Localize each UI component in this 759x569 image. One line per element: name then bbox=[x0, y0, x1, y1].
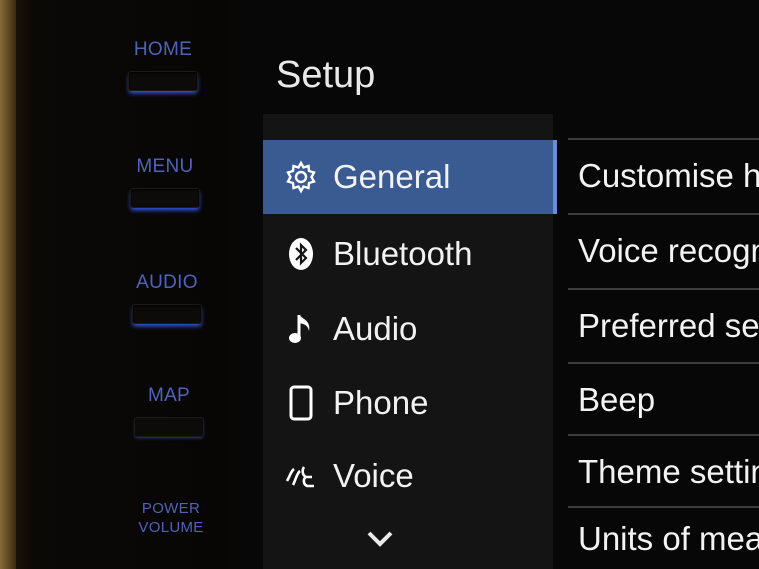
power-label: POWER bbox=[141, 500, 201, 517]
menu-label: MENU bbox=[136, 156, 194, 177]
setup-screen: Setup General Bluetooth Audio Phone Voic… bbox=[230, 0, 759, 569]
chevron-down-icon[interactable] bbox=[360, 524, 400, 554]
bezel-edge bbox=[0, 0, 16, 569]
menu-item-phone[interactable]: Phone bbox=[263, 366, 553, 440]
power-volume-hardware-button[interactable]: POWER VOLUME bbox=[116, 499, 226, 537]
volume-label: VOLUME bbox=[138, 519, 204, 536]
audio-label: AUDIO bbox=[136, 272, 198, 293]
home-key[interactable] bbox=[128, 71, 198, 91]
menu-item-audio[interactable]: Audio bbox=[263, 292, 553, 366]
bluetooth-icon bbox=[281, 234, 321, 274]
general-settings-list: Customise ho Voice recognit Preferred se… bbox=[568, 138, 759, 569]
bezel: HOME MENU AUDIO MAP POWER VOLUME bbox=[0, 0, 230, 569]
settings-row-theme-setting[interactable]: Theme setting bbox=[568, 434, 759, 507]
page-title: Setup bbox=[276, 54, 376, 96]
map-key[interactable] bbox=[134, 417, 204, 437]
home-label: HOME bbox=[133, 39, 193, 60]
map-label: MAP bbox=[147, 385, 191, 406]
audio-key[interactable] bbox=[132, 304, 202, 324]
settings-row-preferred-service[interactable]: Preferred servi bbox=[568, 288, 759, 361]
settings-row-customise-home[interactable]: Customise ho bbox=[568, 138, 759, 211]
voice-icon bbox=[281, 456, 321, 496]
settings-row-units-of-measure[interactable]: Units of measu bbox=[568, 506, 759, 569]
map-hardware-button[interactable]: MAP bbox=[114, 386, 224, 437]
menu-item-label: Audio bbox=[333, 310, 418, 347]
menu-item-voice[interactable]: Voice bbox=[263, 439, 553, 513]
music-note-icon bbox=[281, 309, 321, 349]
menu-item-label: General bbox=[333, 158, 451, 195]
menu-key[interactable] bbox=[130, 188, 200, 208]
setup-menu: General Bluetooth Audio Phone Voice bbox=[263, 114, 557, 569]
menu-item-general[interactable]: General bbox=[263, 140, 557, 214]
audio-hardware-button[interactable]: AUDIO bbox=[112, 273, 222, 324]
menu-hardware-button[interactable]: MENU bbox=[110, 157, 220, 208]
menu-item-label: Bluetooth bbox=[333, 235, 473, 272]
menu-item-label: Phone bbox=[333, 384, 429, 421]
settings-row-beep[interactable]: Beep bbox=[568, 362, 759, 435]
menu-item-bluetooth[interactable]: Bluetooth bbox=[263, 217, 553, 291]
phone-icon bbox=[281, 383, 321, 423]
settings-row-voice-recognition[interactable]: Voice recognit bbox=[568, 213, 759, 286]
menu-item-label: Voice bbox=[333, 457, 414, 494]
gear-icon bbox=[281, 157, 321, 197]
home-hardware-button[interactable]: HOME bbox=[108, 40, 218, 91]
